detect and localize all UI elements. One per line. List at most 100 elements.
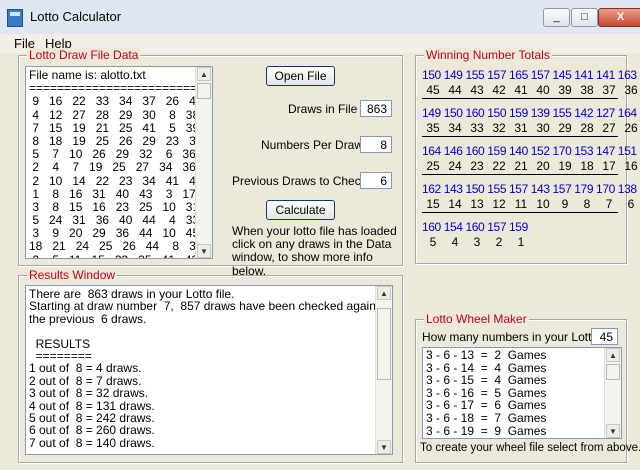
scroll-up-icon[interactable]: ▲ xyxy=(197,67,211,81)
help-line-3: window, to show more info below. xyxy=(232,250,373,278)
scroll-up-icon[interactable]: ▲ xyxy=(606,348,620,362)
winning-number: 21 xyxy=(514,159,528,173)
winning-totals-row: 164 146 160 159 140 152 170 153 147 151 xyxy=(422,144,637,158)
wheel-question-label: How many numbers in your Lotto? xyxy=(422,330,605,344)
scroll-down-icon[interactable]: ▼ xyxy=(197,244,211,258)
row-divider xyxy=(422,98,618,99)
winning-totals-row: 149 150 160 150 159 139 155 142 127 164 xyxy=(422,106,637,120)
winning-numbers-row: 35 34 33 32 31 30 29 28 27 26 xyxy=(422,121,640,135)
scroll-thumb[interactable] xyxy=(197,83,211,99)
winning-number: 27 xyxy=(602,121,616,135)
window-title: Lotto Calculator xyxy=(30,9,122,24)
draw-line: 2 10 14 22 23 34 41 45 xyxy=(29,173,203,188)
winning-number: 2 xyxy=(495,235,503,249)
result-line: the previous 6 draws. xyxy=(29,311,147,326)
scroll-up-icon[interactable]: ▲ xyxy=(377,286,391,300)
draw-file-title: Lotto Draw File Data xyxy=(27,48,141,62)
winning-number: 36 xyxy=(624,83,638,97)
winning-number: 4 xyxy=(451,235,459,249)
winning-number: 24 xyxy=(448,159,462,173)
winning-numbers-row: 54321 xyxy=(422,235,532,249)
scroll-down-icon[interactable]: ▼ xyxy=(377,440,391,454)
winning-number: 12 xyxy=(492,197,506,211)
winning-number: 28 xyxy=(580,121,594,135)
winning-number: 18 xyxy=(580,159,594,173)
result-line: 3 out of 8 = 32 draws. xyxy=(29,386,149,401)
winning-number: 45 xyxy=(426,83,440,97)
winning-number: 15 xyxy=(426,197,440,211)
draw-line: 18 21 24 25 26 44 8 34 xyxy=(29,239,203,254)
results-scrollbar[interactable]: ▲ ▼ xyxy=(375,286,392,454)
draw-line: 2 5 11 15 22 35 41 43 xyxy=(29,253,211,258)
winning-number: 31 xyxy=(514,121,528,135)
result-line: Starting at draw number 7, 857 draws hav… xyxy=(29,299,386,314)
winning-number: 37 xyxy=(602,83,616,97)
draw-data-lines: File name is: alotto.txt ================… xyxy=(29,68,211,258)
winning-number: 8 xyxy=(583,197,591,211)
wheel-scrollbar[interactable]: ▲ ▼ xyxy=(604,348,621,438)
winning-number: 35 xyxy=(426,121,440,135)
help-line-2: click on any draws in the Data xyxy=(232,237,392,251)
wheel-hint: To create your wheel file select from ab… xyxy=(420,442,640,454)
draw-line: 9 16 22 33 34 37 26 41 xyxy=(29,94,203,109)
wheel-line: 3 - 6 - 19 = 9 Games xyxy=(426,423,547,438)
draw-line: 7 15 19 21 25 41 5 39 xyxy=(29,120,200,135)
title-bar: Lotto Calculator _ □ X xyxy=(0,0,640,35)
results-lines: There are 863 draws in your Lotto file. S… xyxy=(29,288,385,449)
result-line xyxy=(29,325,385,337)
winning-numbers-row: 25 24 23 22 21 20 19 18 17 16 xyxy=(422,159,640,173)
winning-number: 34 xyxy=(448,121,462,135)
winning-number: 23 xyxy=(470,159,484,173)
wheel-line: 3 - 6 - 15 = 4 Games xyxy=(426,373,547,388)
winning-number: 29 xyxy=(558,121,572,135)
winning-number: 43 xyxy=(470,83,484,97)
calculator-app-icon xyxy=(7,9,23,27)
close-button[interactable]: X xyxy=(598,8,640,27)
winning-number: 32 xyxy=(492,121,506,135)
winning-number: 6 xyxy=(627,197,635,211)
wheel-line: 3 - 6 - 18 = 7 Games xyxy=(426,410,547,425)
previous-draws-field[interactable]: 6 xyxy=(360,172,392,189)
wheel-lines: 3 - 6 - 13 = 2 Games 3 - 6 - 14 = 4 Games… xyxy=(426,349,546,437)
scroll-thumb[interactable] xyxy=(606,364,620,380)
previous-draws-label: Previous Draws to Check xyxy=(232,174,367,188)
winning-number: 1 xyxy=(517,235,525,249)
results-title: Results Window xyxy=(27,268,118,282)
numbers-per-draw-field[interactable]: 8 xyxy=(360,136,392,153)
numbers-per-draw-label: Numbers Per Draw xyxy=(261,138,364,152)
winning-number: 44 xyxy=(448,83,462,97)
client-area: Lotto Draw File Data File name is: alott… xyxy=(0,48,640,470)
draw-line: 4 12 27 28 29 30 8 38 xyxy=(29,107,200,122)
winning-number: 10 xyxy=(536,197,550,211)
winning-number: 25 xyxy=(426,159,440,173)
open-file-button[interactable]: Open File xyxy=(266,66,335,86)
draw-file-group: Lotto Draw File Data File name is: alott… xyxy=(18,48,403,278)
winning-totals-group: Winning Number Totals 150 149 155 157 16… xyxy=(415,48,638,264)
wheel-list[interactable]: 3 - 6 - 13 = 2 Games 3 - 6 - 14 = 4 Games… xyxy=(422,347,622,439)
results-group: Results Window There are 863 draws in yo… xyxy=(18,268,403,463)
minimize-button[interactable]: _ xyxy=(543,8,570,27)
winning-number: 16 xyxy=(624,159,638,173)
winning-numbers-row: 45 44 43 42 41 40 39 38 37 36 xyxy=(422,83,640,97)
scroll-down-icon[interactable]: ▼ xyxy=(606,424,620,438)
row-divider xyxy=(422,136,618,137)
winning-number: 13 xyxy=(470,197,484,211)
result-line: 7 out of 8 = 140 draws. xyxy=(29,435,155,450)
maximize-button[interactable]: □ xyxy=(571,8,598,27)
winning-totals-title: Winning Number Totals xyxy=(424,48,552,62)
draw-line: 2 4 7 19 25 27 34 36 xyxy=(29,160,196,175)
winning-number: 9 xyxy=(561,197,569,211)
draw-data-scrollbar[interactable]: ▲ ▼ xyxy=(195,67,212,258)
wheel-count-field[interactable]: 45 xyxy=(591,328,618,345)
winning-number: 38 xyxy=(580,83,594,97)
draw-data-list[interactable]: File name is: alotto.txt ================… xyxy=(25,66,213,259)
results-text-area[interactable]: There are 863 draws in your Lotto file. S… xyxy=(25,285,393,455)
calculate-button[interactable]: Calculate xyxy=(266,200,335,220)
draws-in-file-label: Draws in File xyxy=(288,102,358,116)
winning-numbers-row: 15 14 13 12 11 10 9 8 7 6 xyxy=(422,197,640,211)
row-divider xyxy=(422,174,618,175)
winning-number: 20 xyxy=(536,159,550,173)
scroll-thumb[interactable] xyxy=(377,308,391,380)
winning-number: 26 xyxy=(624,121,638,135)
winning-number: 40 xyxy=(536,83,550,97)
